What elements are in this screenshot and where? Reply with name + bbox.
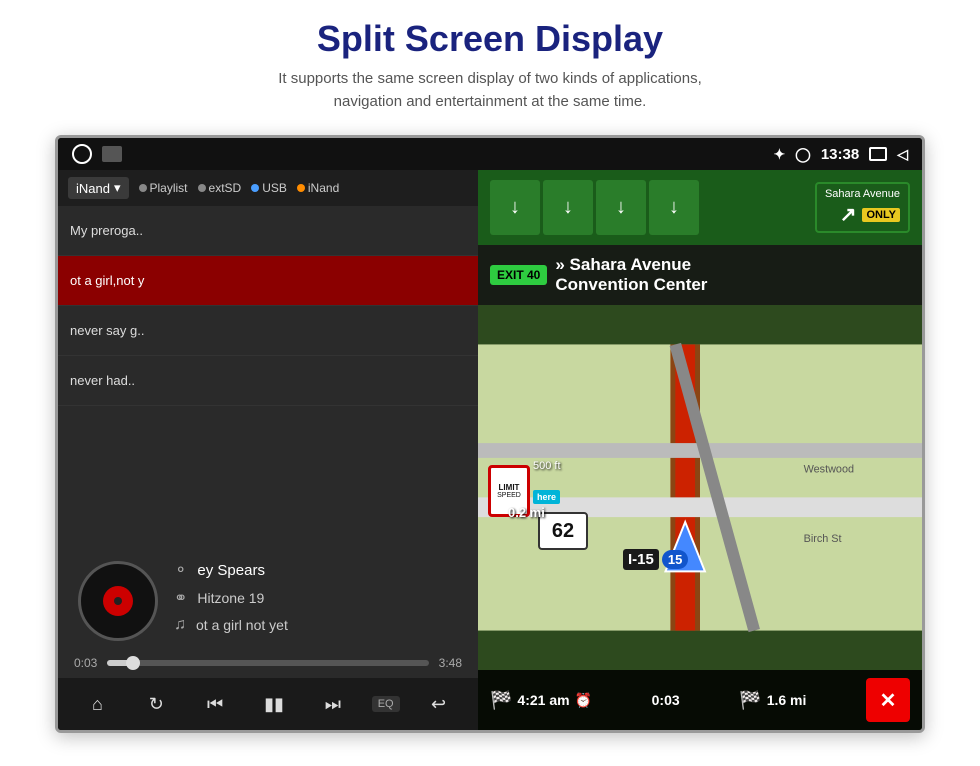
sahara-sign-text: Sahara Avenue xyxy=(825,188,900,200)
source-selector: iNand ▾ Playlist extSD USB xyxy=(58,170,478,206)
playlist: My preroga.. ot a girl,not y never say g… xyxy=(58,206,478,550)
exit-info-bar: EXIT 40 » Sahara Avenue Convention Cente… xyxy=(478,245,922,305)
nav-stat-remaining: 🏁 1.6 mi xyxy=(739,690,806,711)
track-title: ot a girl not yet xyxy=(196,617,288,633)
dropdown-chevron: ▾ xyxy=(114,180,121,196)
source-tab-inand[interactable]: iNand xyxy=(297,181,339,195)
page-subtitle: It supports the same screen display of t… xyxy=(0,68,980,113)
back-icon: ◁ xyxy=(897,146,908,163)
clock-icon: ⏰ xyxy=(575,692,592,709)
progress-section: 0:03 3:48 xyxy=(58,652,478,678)
location-icon: ◯ xyxy=(795,146,811,163)
hw-arrow-3: ↓ xyxy=(596,180,646,235)
image-icon xyxy=(102,146,122,162)
i15-text: I-15 xyxy=(623,549,659,570)
nav-bottom-bar: 🏁 4:21 am ⏰ 0:03 🏁 1.6 mi ✕ xyxy=(478,670,922,730)
source-dropdown[interactable]: iNand ▾ xyxy=(68,177,129,199)
prev-button[interactable]: ⏮ xyxy=(195,684,235,724)
track-info: ⚬ ey Spears ⚭ Hitzone 19 ♫ ot a girl not… xyxy=(174,560,458,642)
svg-text:Westwood: Westwood xyxy=(804,464,854,476)
album-art xyxy=(78,561,158,641)
progress-bar[interactable] xyxy=(107,660,428,666)
source-tab-extsd[interactable]: extSD xyxy=(198,181,242,195)
dot-playlist xyxy=(139,184,147,192)
eta-time: 4:21 am xyxy=(517,692,569,708)
nav-stat-eta: 🏁 4:21 am ⏰ xyxy=(490,690,592,711)
home-button[interactable]: ⌂ xyxy=(77,684,117,724)
dot-extsd xyxy=(198,184,206,192)
highway-arrows: ↓ ↓ ↓ ↓ xyxy=(490,180,811,235)
exit-badge: EXIT 40 xyxy=(490,265,547,285)
dot-usb xyxy=(251,184,259,192)
nav-close-button[interactable]: ✕ xyxy=(866,678,910,722)
highway-sign-bar: ↓ ↓ ↓ ↓ Sahara Avenue ↗ ONLY xyxy=(478,170,922,245)
elapsed-time: 0:03 xyxy=(652,692,680,708)
playlist-item-3[interactable]: never had.. xyxy=(58,356,478,406)
source-tabs: Playlist extSD USB iNand xyxy=(139,181,340,195)
i15-badge: I-15 15 xyxy=(623,549,688,570)
nav-stat-elapsed: 0:03 xyxy=(652,692,680,708)
only-badge: ONLY xyxy=(862,208,900,222)
flag-icon-eta: 🏁 xyxy=(490,690,512,711)
music-panel: iNand ▾ Playlist extSD USB xyxy=(58,170,478,730)
controls-bar: ⌂ ↻ ⏮ ▮▮ ⏭ EQ ↩ xyxy=(58,678,478,730)
circle-icon xyxy=(72,144,92,164)
nav-panel: ↓ ↓ ↓ ↓ Sahara Avenue ↗ ONLY EXIT xyxy=(478,170,922,730)
playlist-item-0[interactable]: My preroga.. xyxy=(58,206,478,256)
track-title-row: ♫ ot a girl not yet xyxy=(174,616,458,634)
track-artist: ey Spears xyxy=(197,562,265,579)
track-album: Hitzone 19 xyxy=(197,590,264,606)
remaining-dist: 1.6 mi xyxy=(767,692,807,708)
playpause-button[interactable]: ▮▮ xyxy=(254,684,294,724)
distance-indicator: 0.2 mi xyxy=(508,505,545,520)
split-screen: iNand ▾ Playlist extSD USB xyxy=(58,170,922,730)
playlist-item-2[interactable]: never say g.. xyxy=(58,306,478,356)
progress-bar-container: 0:03 3:48 xyxy=(74,656,462,670)
destination-line1: » Sahara Avenue xyxy=(555,255,707,275)
track-artist-row: ⚬ ey Spears xyxy=(174,560,458,580)
status-bar: ✦ ◯ 13:38 ◁ xyxy=(58,138,922,170)
map-svg: Birch St Westwood xyxy=(478,305,922,670)
page-header: Split Screen Display It supports the sam… xyxy=(0,0,980,123)
track-album-row: ⚭ Hitzone 19 xyxy=(174,588,458,608)
page-title: Split Screen Display xyxy=(0,18,980,60)
map-area: Birch St Westwood 62 I-15 15 LIMIT SPEED… xyxy=(478,305,922,670)
device-frame: ✦ ◯ 13:38 ◁ iNand ▾ Playlist xyxy=(55,135,925,733)
album-icon: ⚭ xyxy=(174,588,187,608)
album-art-inner xyxy=(103,586,133,616)
source-tab-playlist[interactable]: Playlist xyxy=(139,181,188,195)
dot-inand xyxy=(297,184,305,192)
flag-icon-dest: 🏁 xyxy=(739,690,761,711)
hw-right-arrow: ↗ xyxy=(840,202,857,227)
note-icon: ♫ xyxy=(174,616,186,634)
ft-sign: 500 ft xyxy=(533,460,561,472)
eq-button[interactable]: EQ xyxy=(372,696,400,712)
player-center: ⚬ ey Spears ⚭ Hitzone 19 ♫ ot a girl not… xyxy=(58,550,478,652)
repeat-button[interactable]: ↻ xyxy=(136,684,176,724)
svg-text:Birch St: Birch St xyxy=(804,533,842,545)
window-icon xyxy=(869,147,887,161)
progress-current: 0:03 xyxy=(74,656,97,670)
status-time: 13:38 xyxy=(821,146,859,163)
source-tab-usb[interactable]: USB xyxy=(251,181,287,195)
hw-arrow-1: ↓ xyxy=(490,180,540,235)
highway-sign-right: Sahara Avenue ↗ ONLY xyxy=(815,182,910,233)
here-logo: here xyxy=(533,490,560,504)
bluetooth-icon: ✦ xyxy=(773,146,785,163)
artist-icon: ⚬ xyxy=(174,560,187,580)
road-62-sign: 62 xyxy=(538,512,588,550)
destination-line2: Convention Center xyxy=(555,275,707,295)
next-button[interactable]: ⏭ xyxy=(313,684,353,724)
hw-arrow-2: ↓ xyxy=(543,180,593,235)
hw-arrow-4: ↓ xyxy=(649,180,699,235)
back-button[interactable]: ↩ xyxy=(418,684,458,724)
progress-total: 3:48 xyxy=(439,656,462,670)
playlist-item-1[interactable]: ot a girl,not y xyxy=(58,256,478,306)
exit-destination: » Sahara Avenue Convention Center xyxy=(555,255,707,296)
i15-shield: 15 xyxy=(662,550,688,569)
progress-thumb xyxy=(126,656,140,670)
